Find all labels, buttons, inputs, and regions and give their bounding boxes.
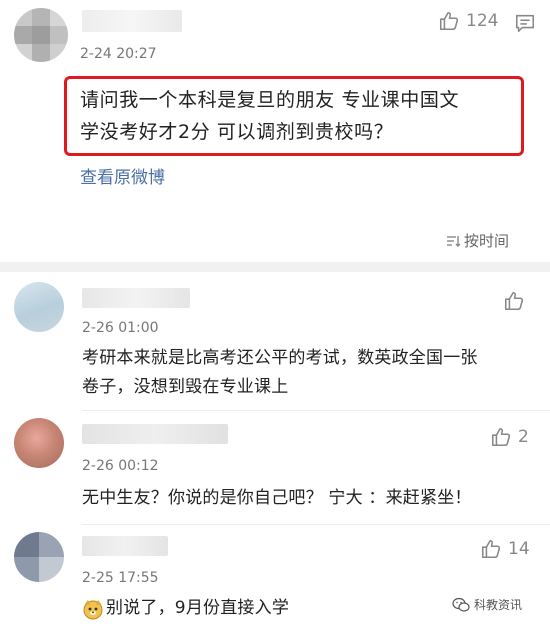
like-count: 124 [466,11,499,31]
thumbs-up-icon [438,10,460,32]
like-count: 2 [518,427,529,447]
reply-text: 考研本来就是比高考还公平的考试，数英政全国一张 卷子，没想到毁在专业课上 [82,344,522,402]
like-button[interactable]: 2 [490,426,529,448]
reply-time: 2-25 17:55 [82,570,159,586]
thumbs-up-icon [490,426,512,448]
like-count: 14 [508,539,530,559]
sort-label: 按时间 [464,232,510,250]
thumbs-up-icon [480,538,502,560]
sort-icon [446,234,462,248]
row-separator [82,524,550,525]
reply-text-line1: 无中生友？你说的是你自己吧？ 宁大 ：来赶紧坐！ [82,488,472,508]
reply-text-line1: 别说了，9月份直接入学 [106,598,290,618]
view-original-link[interactable]: 查看原微博 [80,163,165,188]
username-blurred [82,424,228,444]
avatar[interactable] [14,282,64,332]
avatar[interactable] [14,532,64,582]
reply-text-line1: 考研本来就是比高考还公平的考试，数英政全国一张 [82,348,478,368]
comment-text: 请问我一个本科是复旦的朋友 专业课中国文 学没考好才2分 可以调剂到贵校吗？ [80,84,520,148]
reply-time: 2-26 00:12 [82,458,159,474]
wechat-icon [452,597,470,613]
avatar[interactable] [14,418,64,468]
watermark: 科教资讯 [452,596,522,613]
row-separator [82,410,550,411]
reply-text: 别说了，9月份直接入学 [82,594,402,623]
section-divider [0,262,550,272]
reply-text-line2: 卷子，没想到毁在专业课上 [82,377,289,397]
comment-icon[interactable] [514,12,536,34]
dog-emoji-icon [82,598,104,620]
comment-text-line2: 学没考好才2分 可以调剂到贵校吗？ [80,121,394,143]
reply-time: 2-26 01:00 [82,320,159,336]
comment-time: 2-24 20:27 [80,46,157,62]
like-button[interactable]: 14 [480,538,530,560]
reply-text: 无中生友？你说的是你自己吧？ 宁大 ：来赶紧坐！ [82,484,532,513]
username-blurred [82,288,190,308]
username-blurred [82,536,168,556]
like-button[interactable]: 124 [438,10,498,32]
username-blurred [82,10,182,32]
comment-text-line1: 请问我一个本科是复旦的朋友 专业课中国文 [80,89,460,111]
watermark-text: 科教资讯 [474,598,523,612]
avatar[interactable] [14,8,68,62]
sort-by-time-button[interactable]: 按时间 [446,230,509,251]
thumbs-up-icon[interactable] [503,290,525,312]
